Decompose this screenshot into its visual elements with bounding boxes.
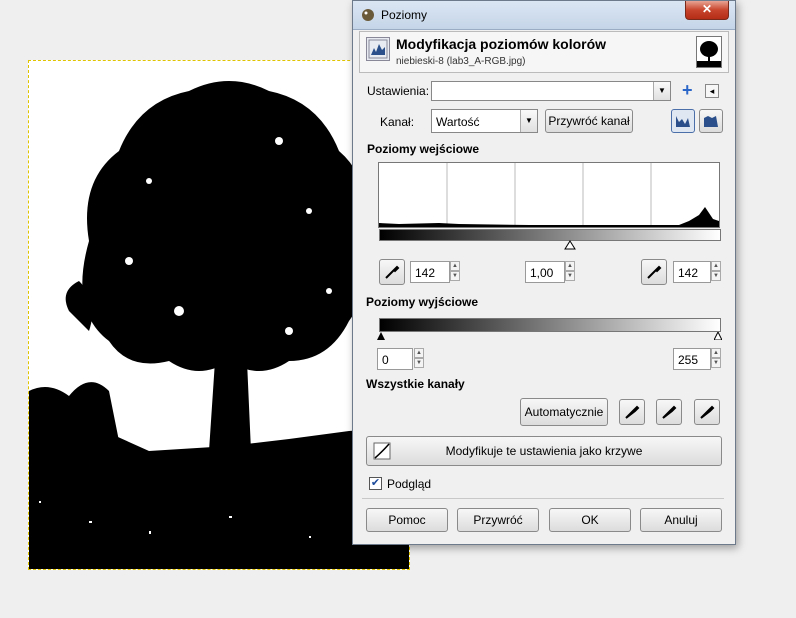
gamma-value: 1,00 — [530, 266, 554, 280]
output-high-spin-arrows[interactable]: ▲ ▼ — [711, 348, 721, 370]
output-low-spin[interactable]: 0 — [377, 348, 413, 370]
eyedropper-gray-icon — [662, 405, 677, 419]
output-gradient — [379, 318, 721, 332]
window-title: Poziomy — [381, 8, 428, 22]
levels-icon — [366, 37, 390, 61]
output-high-value: 255 — [678, 353, 699, 367]
add-preset-icon[interactable]: + — [682, 81, 693, 99]
white-point-picker[interactable] — [641, 259, 667, 285]
input-high-value: 142 — [678, 266, 699, 280]
auto-button[interactable]: Automatycznie — [520, 398, 608, 426]
all-channels-title: Wszystkie kanały — [366, 377, 465, 391]
input-high-spin-arrows[interactable]: ▲ ▼ — [711, 261, 721, 283]
output-low-handle[interactable] — [377, 332, 385, 340]
eyedropper-icon — [647, 265, 662, 279]
footer-separator — [362, 498, 724, 499]
preview-label: Podgląd — [387, 477, 432, 491]
gamma-spin[interactable]: 1,00 — [525, 261, 565, 283]
output-low-value: 0 — [382, 353, 389, 367]
close-button[interactable]: ✕ — [685, 1, 729, 20]
channel-value: Wartość — [436, 115, 480, 129]
output-levels-title: Poziomy wyjściowe — [366, 295, 479, 309]
cancel-button[interactable]: Anuluj — [640, 508, 722, 532]
linear-histogram-icon — [676, 116, 690, 127]
input-high-spin[interactable]: 142 — [673, 261, 711, 283]
title-bar[interactable]: Poziomy — [353, 1, 735, 30]
curves-icon — [373, 442, 391, 460]
reset-button[interactable]: Przywróć — [457, 508, 539, 532]
linear-histogram-button[interactable] — [671, 109, 695, 133]
input-histogram — [378, 162, 720, 228]
all-white-picker[interactable] — [694, 399, 720, 425]
input-low-value: 142 — [415, 266, 436, 280]
preview-checkbox[interactable]: ✔ — [369, 477, 382, 490]
reset-channel-button[interactable]: Przywróć kanał — [545, 109, 633, 133]
chevron-down-icon: ▼ — [520, 110, 537, 132]
all-black-picker[interactable] — [619, 399, 645, 425]
input-gradient — [379, 229, 721, 241]
input-levels-title: Poziomy wejściowe — [367, 142, 480, 156]
settings-combo[interactable]: ▼ — [431, 81, 671, 101]
log-histogram-icon — [704, 116, 718, 127]
eyedropper-black-icon — [625, 405, 640, 419]
dialog-header: Modyfikacja poziomów kolorów niebieski-8… — [359, 31, 729, 73]
input-low-spin[interactable]: 142 — [410, 261, 450, 283]
all-gray-picker[interactable] — [656, 399, 682, 425]
gamma-spin-arrows[interactable]: ▲ ▼ — [565, 261, 575, 283]
edit-as-curves-label: Modyfikuje te ustawienia jako krzywe — [445, 444, 643, 458]
output-high-spin[interactable]: 255 — [673, 348, 711, 370]
chevron-down-icon: ▼ — [653, 82, 670, 100]
header-subtitle: niebieski-8 (lab3_A-RGB.jpg) — [396, 56, 526, 67]
output-high-handle[interactable] — [714, 332, 722, 340]
ok-button[interactable]: OK — [549, 508, 631, 532]
channel-label: Kanał: — [380, 115, 415, 129]
gamma-slider-handle[interactable] — [564, 240, 576, 250]
black-point-picker[interactable] — [379, 259, 405, 285]
log-histogram-button[interactable] — [699, 109, 723, 133]
output-low-spin-arrows[interactable]: ▲ ▼ — [414, 348, 424, 370]
gimp-icon — [362, 9, 374, 21]
header-title: Modyfikacja poziomów kolorów — [396, 36, 607, 52]
edit-as-curves-button[interactable]: Modyfikuje te ustawienia jako krzywe — [366, 436, 722, 466]
channel-combo[interactable]: Wartość ▼ — [431, 109, 538, 133]
image-thumbnail — [696, 36, 722, 68]
eyedropper-white-icon — [700, 405, 715, 419]
input-low-spin-arrows[interactable]: ▲ ▼ — [450, 261, 460, 283]
histogram-graph — [379, 163, 719, 227]
preset-menu-icon[interactable]: ◂ — [705, 84, 719, 98]
help-button[interactable]: Pomoc — [366, 508, 448, 532]
settings-label: Ustawienia: — [367, 84, 430, 98]
eyedropper-icon — [385, 265, 400, 279]
